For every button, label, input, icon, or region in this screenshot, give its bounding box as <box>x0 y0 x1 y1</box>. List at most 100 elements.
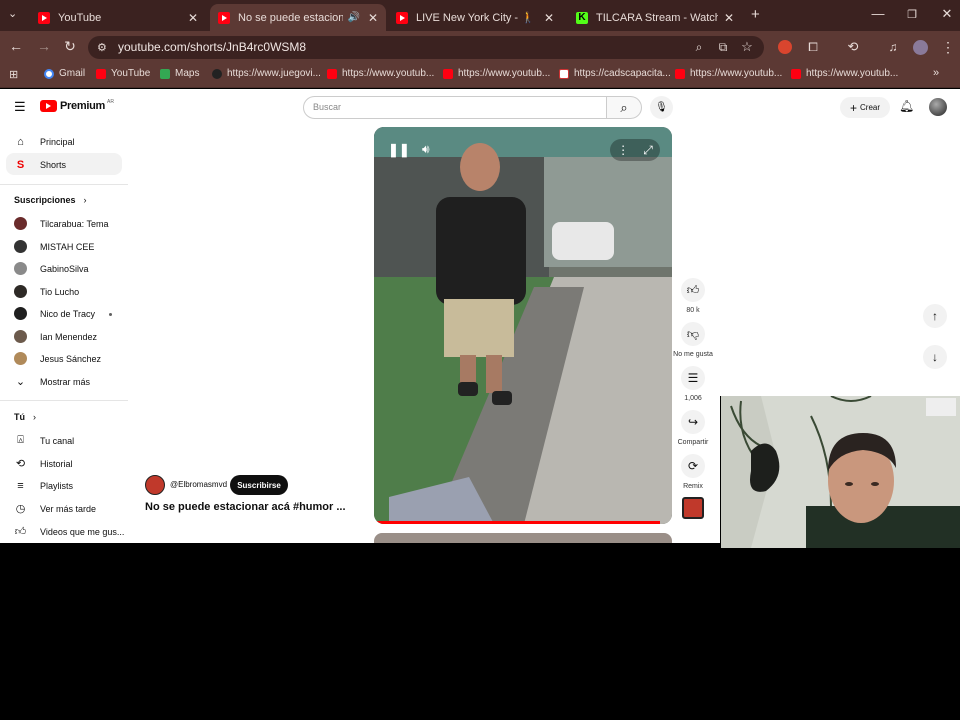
like-count: 80 k <box>686 307 700 314</box>
bookmark-youtube-link[interactable]: https://www.youtub... <box>443 68 550 79</box>
more-options-icon[interactable]: ⋮ ⤢ <box>610 139 660 161</box>
forward-icon[interactable]: → <box>34 38 54 54</box>
close-tab-icon[interactable]: ✕ <box>368 11 378 25</box>
subscribe-button[interactable]: Suscribirse <box>230 475 288 495</box>
thumbs-down-icon: 👎︎ <box>686 326 700 341</box>
channel-avatar <box>14 262 27 275</box>
search-input[interactable]: Buscar <box>303 96 607 119</box>
subscription-item[interactable]: Ian Menendez <box>14 330 97 343</box>
next-short-preview[interactable] <box>374 533 672 543</box>
back-icon[interactable]: ← <box>6 38 26 54</box>
remix-button[interactable]: ⟳ <box>681 454 705 478</box>
tab-live-nyc[interactable]: LIVE New York City - 🚶 😊 Hot ✕ <box>388 4 564 31</box>
bookmark-star-icon[interactable]: ☆ <box>737 39 757 55</box>
subscription-item[interactable]: Tilcarabua: Tema <box>14 217 109 230</box>
bookmark-label: https://www.juegovi... <box>227 68 321 79</box>
nav-history[interactable]: ⟲ Historial <box>14 457 73 470</box>
new-tab-button[interactable]: + <box>751 6 760 23</box>
profile-avatar[interactable] <box>913 40 928 55</box>
channel-handle[interactable]: @Elbromasmvd <box>170 480 227 489</box>
share-icon: ↪ <box>687 415 699 429</box>
bookmark-gmail[interactable]: Gmail <box>44 68 85 79</box>
volume-icon[interactable]: 🔊︎ <box>422 142 430 157</box>
site-info-icon[interactable]: ⚙ <box>97 41 107 54</box>
puzzle-icon[interactable]: ⧠ <box>803 40 823 55</box>
short-video-player[interactable]: ❚❚ 🔊︎ ⋮ ⤢ <box>374 127 672 524</box>
account-avatar[interactable] <box>929 98 947 116</box>
zoom-icon[interactable]: ⌕ <box>689 40 709 55</box>
dislike-button[interactable]: 👎︎ <box>681 322 705 346</box>
bookmark-youtube-link[interactable]: https://www.youtub... <box>791 68 898 79</box>
subscription-item[interactable]: Nico de Tracy <box>14 307 95 320</box>
bookmark-label: https://www.youtub... <box>690 68 783 79</box>
media-control-icon[interactable]: ♫ <box>883 40 903 54</box>
chevron-right-icon: › <box>33 412 36 422</box>
history-toolbar-icon[interactable]: ⟲ <box>843 39 863 55</box>
hamburger-menu-icon[interactable]: ☰ <box>14 99 26 115</box>
short-title[interactable]: No se puede estacionar acá #humor ... <box>145 501 346 513</box>
like-button[interactable]: 👍︎ <box>681 278 705 302</box>
nav-watch-later[interactable]: ◷ Ver más tarde <box>14 502 96 515</box>
previous-short-button[interactable]: ↑ <box>923 304 947 328</box>
progress-bar[interactable] <box>374 521 660 524</box>
bookmark-youtube-link[interactable]: https://www.youtub... <box>675 68 782 79</box>
apps-icon[interactable]: ⊞ <box>9 68 18 81</box>
close-window-icon[interactable]: ✕ <box>937 6 957 22</box>
youtube-logo[interactable]: Premium AR <box>40 99 114 112</box>
bookmark-label: YouTube <box>111 68 151 79</box>
tab-youtube[interactable]: YouTube ✕ <box>30 4 208 31</box>
bookmark-cadscapacita[interactable]: https://cadscapacita... <box>559 68 671 79</box>
comments-button[interactable]: ☰ <box>681 366 705 390</box>
sound-thumbnail[interactable] <box>682 497 704 519</box>
nav-liked-videos[interactable]: 👍︎ Videos que me gus... <box>14 525 125 538</box>
bookmark-maps[interactable]: Maps <box>160 68 199 79</box>
voice-search-button[interactable]: 🎙 <box>650 96 673 119</box>
speaker-icon[interactable]: 🔊 <box>347 12 359 23</box>
restore-icon[interactable]: ❐ <box>902 8 922 21</box>
channel-avatar <box>14 307 27 320</box>
channel-avatar <box>14 285 27 298</box>
tab-current-short[interactable]: No se puede estacionar acá 🔊 ✕ <box>210 4 386 31</box>
menu-kebab-icon[interactable]: ⋮ <box>938 39 958 56</box>
subscription-item[interactable]: Tio Lucho <box>14 285 79 298</box>
subscriptions-heading[interactable]: Suscripciones › <box>14 195 87 205</box>
fullscreen-icon[interactable]: ⤢ <box>643 143 653 158</box>
close-tab-icon[interactable]: ✕ <box>544 11 554 25</box>
subscription-item[interactable]: GabinoSilva <box>14 262 89 275</box>
webcam-frame <box>721 396 960 548</box>
next-short-button[interactable]: ↓ <box>923 345 947 369</box>
search-button[interactable]: ⌕ <box>606 96 642 119</box>
channel-name: Tio Lucho <box>40 286 80 297</box>
nav-principal[interactable]: ⌂ Principal <box>14 135 74 148</box>
tab-title: YouTube <box>58 11 102 24</box>
bookmark-youtube-link[interactable]: https://www.youtub... <box>327 68 434 79</box>
more-bookmarks-icon[interactable]: » <box>933 67 939 79</box>
thumbs-up-icon: 👍︎ <box>686 282 700 297</box>
nav-shorts[interactable]: S Shorts <box>14 158 66 171</box>
channel-avatar[interactable] <box>145 475 165 495</box>
nav-label: Playlists <box>40 480 74 491</box>
pause-icon[interactable]: ❚❚ <box>388 142 410 158</box>
subscription-item[interactable]: MISTAH CEE <box>14 240 94 253</box>
tab-search-button[interactable]: ⌄ <box>8 7 17 20</box>
subscription-item[interactable]: Jesus Sánchez <box>14 352 101 365</box>
install-app-icon[interactable]: ⧉ <box>713 40 733 55</box>
extension-icon[interactable] <box>778 40 792 54</box>
share-button[interactable]: ↪ <box>681 410 705 434</box>
show-more-button[interactable]: ⌄ Mostrar más <box>14 375 90 388</box>
create-button[interactable]: + Crear <box>840 97 890 118</box>
reload-icon[interactable]: ↻ <box>60 38 80 55</box>
url-text[interactable]: youtube.com/shorts/JnB4rc0WSM8 <box>118 40 306 54</box>
bookmark-youtube[interactable]: YouTube <box>96 68 150 79</box>
site-icon <box>559 68 569 79</box>
close-tab-icon[interactable]: ✕ <box>724 11 734 25</box>
tab-tilcara-stream[interactable]: K TILCARA Stream - Watch Live on ✕ <box>568 4 744 31</box>
you-heading[interactable]: Tú › <box>14 412 36 422</box>
nav-your-channel[interactable]: ⍓ Tu canal <box>14 434 74 447</box>
notifications-bell-icon[interactable]: 🔔︎ <box>899 99 914 113</box>
close-tab-icon[interactable]: ✕ <box>188 11 198 25</box>
bookmark-juegovi[interactable]: https://www.juegovi... <box>212 68 321 79</box>
nav-playlists[interactable]: ≡ Playlists <box>14 479 73 492</box>
minimize-icon[interactable]: — <box>868 6 888 21</box>
channel-name: MISTAH CEE <box>40 241 95 252</box>
